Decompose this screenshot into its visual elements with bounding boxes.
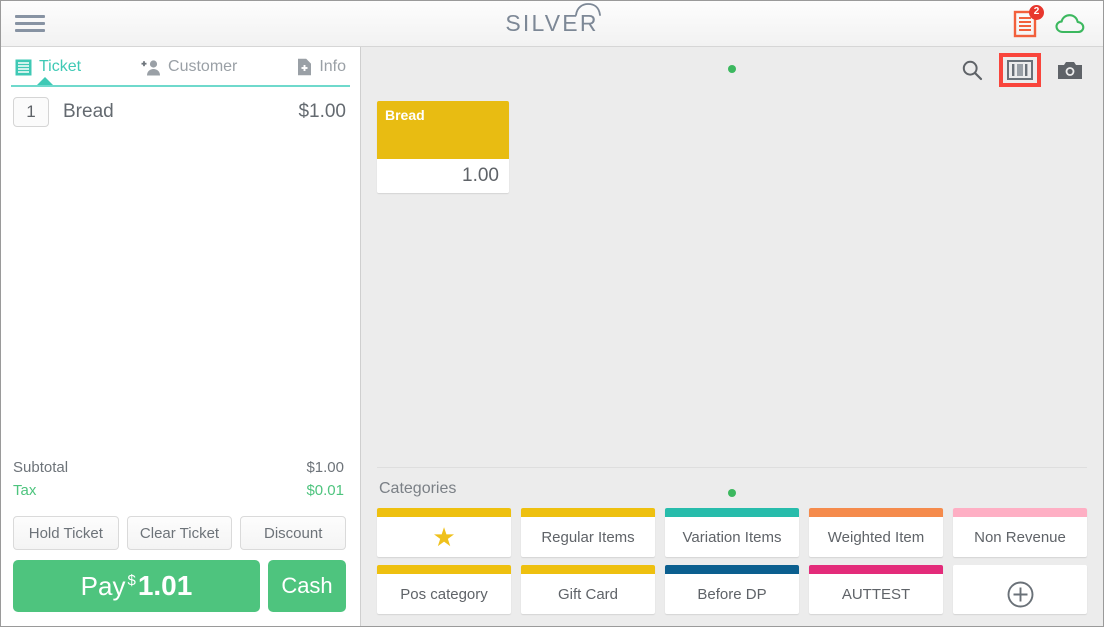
subtotal-row: Subtotal $1.00	[13, 456, 344, 479]
tax-row: Tax $0.01	[13, 479, 344, 502]
ticket-line-item[interactable]: 1 Bread $1.00	[1, 87, 360, 137]
brand-logo: SILVER	[1, 1, 1103, 46]
line-item-qty[interactable]: 1	[13, 97, 49, 127]
cloud-icon[interactable]	[1055, 13, 1085, 35]
ticket-item-list: 1 Bread $1.00	[1, 87, 360, 450]
pay-amount: 1.01	[137, 570, 193, 601]
pay-label: Pay	[80, 570, 126, 601]
tab-active-indicator	[37, 77, 53, 85]
receipt-badge-count: 2	[1029, 4, 1044, 20]
ticket-totals: Subtotal $1.00 Tax $0.01	[1, 450, 360, 506]
category-tile-gift-card[interactable]: Gift Card	[521, 565, 655, 614]
search-glyph	[962, 60, 983, 81]
category-tile-non-revenue[interactable]: Non Revenue	[953, 508, 1087, 557]
category-tile-before-dp[interactable]: Before DP	[665, 565, 799, 614]
category-label	[953, 574, 1087, 614]
category-label: AUTTEST	[841, 585, 911, 603]
item-grid-area: Bread 1.00	[361, 65, 1103, 467]
category-color-bar	[377, 508, 511, 517]
categories-divider	[377, 467, 1087, 468]
line-item-price: $1.00	[298, 101, 346, 122]
category-color-bar	[665, 508, 799, 517]
category-label: Pos category	[400, 585, 488, 603]
category-tile-add-new[interactable]	[953, 565, 1087, 614]
payment-actions: Pay $ 1.01 Cash	[1, 556, 360, 626]
ticket-list-icon	[15, 59, 32, 75]
brand-name: SILVER	[505, 10, 599, 36]
barcode-glyph	[1007, 60, 1033, 80]
pay-button[interactable]: Pay $ 1.01	[13, 560, 260, 612]
category-label: ★	[377, 517, 511, 557]
ticket-panel: Ticket Customer Info 1 Bread $1.00 Subto…	[1, 47, 361, 626]
category-label: Weighted Item	[827, 528, 925, 546]
category-label: Gift Card	[557, 585, 618, 603]
tab-info-label: Info	[319, 58, 346, 75]
top-bar-actions: 2	[1013, 4, 1103, 38]
catalog-panel: Bread 1.00 Categories ★ Regular Items Va…	[361, 47, 1103, 626]
tab-customer-label: Customer	[168, 58, 238, 75]
hamburger-menu-icon[interactable]	[15, 13, 45, 35]
barcode-icon[interactable]	[999, 53, 1041, 87]
tab-underline	[11, 85, 350, 87]
category-color-bar	[521, 508, 655, 517]
categories-section: Categories ★ Regular Items Variation Ite…	[361, 467, 1103, 626]
item-tile-price: 1.00	[377, 159, 509, 193]
app-body: Ticket Customer Info 1 Bread $1.00 Subto…	[1, 47, 1103, 626]
category-color-bar	[953, 508, 1087, 517]
top-bar: SILVER 2	[1, 1, 1103, 47]
add-document-icon	[298, 58, 312, 76]
tax-value: $0.01	[306, 482, 344, 499]
camera-icon[interactable]	[1057, 60, 1083, 81]
category-color-bar	[953, 565, 1087, 574]
subtotal-value: $1.00	[306, 459, 344, 476]
line-item-name: Bread	[63, 101, 114, 122]
category-label: Variation Items	[682, 528, 782, 546]
category-color-bar	[377, 565, 511, 574]
star-icon: ★	[432, 522, 456, 552]
tab-ticket-label: Ticket	[39, 58, 82, 75]
search-icon[interactable]	[961, 59, 983, 81]
category-label: Non Revenue	[974, 528, 1066, 546]
category-color-bar	[809, 508, 943, 517]
item-tile-grid: Bread 1.00	[377, 93, 1087, 193]
hold-ticket-button[interactable]: Hold Ticket	[13, 516, 119, 550]
category-color-bar	[521, 565, 655, 574]
receipt-icon[interactable]: 2	[1013, 4, 1044, 38]
tax-label: Tax	[13, 482, 37, 499]
camera-glyph	[1058, 61, 1082, 79]
cash-button[interactable]: Cash	[268, 560, 346, 612]
category-label: Regular Items	[541, 528, 635, 546]
category-label: Before DP	[697, 585, 767, 603]
category-tile-weighted-item[interactable]: Weighted Item	[809, 508, 943, 557]
clear-ticket-button[interactable]: Clear Ticket	[126, 516, 233, 550]
subtotal-label: Subtotal	[13, 459, 69, 476]
discount-button[interactable]: Discount	[240, 516, 347, 550]
category-tile-regular-items[interactable]: Regular Items	[521, 508, 655, 557]
tab-customer[interactable]: Customer	[141, 47, 237, 87]
plus-circle-icon	[1007, 581, 1033, 607]
ticket-actions: Hold Ticket Clear Ticket Discount	[1, 506, 360, 556]
tab-info[interactable]: Info	[297, 47, 346, 87]
category-tile-variation-items[interactable]: Variation Items	[665, 508, 799, 557]
add-person-icon	[141, 59, 161, 75]
cloud-arc-icon	[574, 3, 601, 16]
category-tile-pos-category[interactable]: Pos category	[377, 565, 511, 614]
item-tile-name: Bread	[377, 101, 509, 159]
hamburger-line	[15, 15, 45, 18]
category-grid: ★ Regular Items Variation Items Weighted…	[377, 508, 1087, 614]
categories-page-indicator-dot[interactable]	[728, 489, 736, 497]
pay-currency: $	[127, 572, 136, 589]
ticket-tabs: Ticket Customer Info	[1, 47, 360, 87]
category-tile-auttest[interactable]: AUTTEST	[809, 565, 943, 614]
hamburger-line	[15, 22, 45, 25]
category-color-bar	[665, 565, 799, 574]
page-indicator-dot[interactable]	[728, 65, 736, 73]
pos-app: SILVER 2 Ticket Customer Info 1 Bread $1…	[0, 0, 1104, 627]
category-color-bar	[809, 565, 943, 574]
hamburger-line	[15, 29, 45, 32]
category-tile-favorites[interactable]: ★	[377, 508, 511, 557]
item-tile-bread[interactable]: Bread 1.00	[377, 101, 509, 193]
